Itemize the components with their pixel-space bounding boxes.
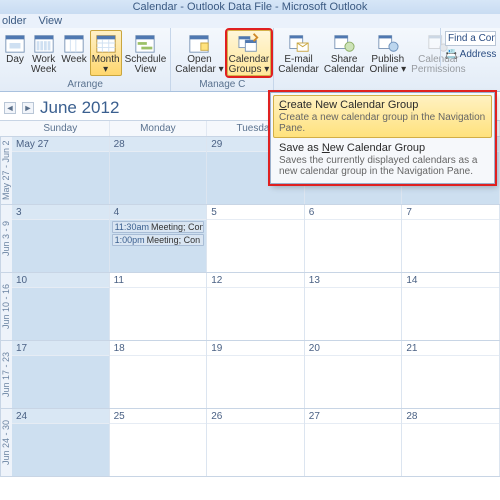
calendar-day-icon bbox=[4, 32, 26, 54]
day-number: 5 bbox=[207, 205, 304, 220]
day-number: 18 bbox=[110, 341, 207, 356]
day-cell[interactable]: 18 bbox=[110, 341, 208, 408]
day-number: 28 bbox=[402, 409, 499, 424]
share-calendar-button[interactable]: Share Calendar bbox=[322, 30, 367, 75]
ribbon-tab-folder[interactable]: older bbox=[2, 15, 26, 27]
week-button[interactable]: Week bbox=[59, 30, 88, 76]
day-cell[interactable]: 10 bbox=[12, 273, 110, 340]
open-calendar-button[interactable]: Open Calendar ▾ bbox=[173, 30, 225, 76]
day-cell[interactable]: 28 bbox=[110, 137, 208, 204]
calendar-workweek-icon bbox=[33, 32, 55, 54]
calendar-groups-button[interactable]: Calendar Groups ▾ bbox=[227, 30, 272, 76]
next-month-button[interactable]: ► bbox=[22, 102, 34, 114]
calendar-event[interactable]: 1:00pmMeeting; Con bbox=[112, 234, 205, 246]
save-as-new-calendar-group-item[interactable]: Save as New Calendar Group Saves the cur… bbox=[273, 138, 492, 181]
day-number: 12 bbox=[207, 273, 304, 288]
ribbon: Day Work Week Week Month ▾ Schedule View… bbox=[0, 28, 500, 92]
email-calendar-button[interactable]: E-mail Calendar bbox=[276, 30, 321, 75]
day-cell[interactable]: 14 bbox=[402, 273, 500, 340]
day-number: 20 bbox=[305, 341, 402, 356]
group-label-manage: Manage C bbox=[173, 78, 271, 91]
day-number: 6 bbox=[305, 205, 402, 220]
day-number: 4 bbox=[110, 205, 207, 220]
day-cell[interactable]: 28 bbox=[402, 409, 500, 476]
day-number: 27 bbox=[305, 409, 402, 424]
ribbon-group-manage: Open Calendar ▾ Calendar Groups ▾ Manage… bbox=[171, 28, 274, 91]
day-cell[interactable]: 5 bbox=[207, 205, 305, 272]
day-cell[interactable]: 411:30amMeeting; Con1:00pmMeeting; Con bbox=[110, 205, 208, 272]
day-cell[interactable]: 7 bbox=[402, 205, 500, 272]
ribbon-tab-view[interactable]: View bbox=[38, 15, 62, 27]
day-cell[interactable]: 27 bbox=[305, 409, 403, 476]
day-button[interactable]: Day bbox=[2, 30, 28, 76]
day-number: 10 bbox=[12, 273, 109, 288]
day-cell[interactable]: 12 bbox=[207, 273, 305, 340]
week-label: May 27 - Jun 2 bbox=[0, 137, 12, 204]
week-label: Jun 10 - 16 bbox=[0, 273, 12, 340]
day-number: 26 bbox=[207, 409, 304, 424]
day-number: 14 bbox=[402, 273, 499, 288]
group-label-arrange: Arrange bbox=[2, 78, 168, 91]
menu-item-description: Saves the currently displayed calendars … bbox=[279, 155, 486, 177]
schedule-view-icon bbox=[134, 32, 156, 54]
dow-monday: Monday bbox=[110, 121, 208, 136]
day-number: 13 bbox=[305, 273, 402, 288]
calendar-month-icon bbox=[95, 32, 117, 54]
week-label: Jun 3 - 9 bbox=[0, 205, 12, 272]
day-number: 21 bbox=[402, 341, 499, 356]
calendar-groups-icon bbox=[238, 32, 260, 54]
create-new-calendar-group-item[interactable]: Create New Calendar Group Create a new c… bbox=[273, 95, 492, 138]
day-cell[interactable]: 17 bbox=[12, 341, 110, 408]
work-week-button[interactable]: Work Week bbox=[29, 30, 58, 76]
day-cell[interactable]: 26 bbox=[207, 409, 305, 476]
address-book-button[interactable]: 📇 Address B bbox=[445, 49, 496, 60]
day-cell[interactable]: May 27 bbox=[12, 137, 110, 204]
email-calendar-icon bbox=[288, 32, 310, 54]
day-cell[interactable]: 20 bbox=[305, 341, 403, 408]
day-cell[interactable]: 6 bbox=[305, 205, 403, 272]
find-contact-input[interactable]: Find a Cont bbox=[445, 31, 496, 46]
day-number: 3 bbox=[12, 205, 109, 220]
day-number: 19 bbox=[207, 341, 304, 356]
menu-item-description: Create a new calendar group in the Navig… bbox=[279, 112, 486, 134]
month-heading: June 2012 bbox=[40, 98, 119, 118]
calendar-groups-dropdown: Create New Calendar Group Create a new c… bbox=[270, 92, 495, 184]
ribbon-tabs: older View bbox=[0, 14, 500, 28]
day-number: 28 bbox=[110, 137, 207, 152]
prev-month-button[interactable]: ◄ bbox=[4, 102, 16, 114]
calendar-week-icon bbox=[63, 32, 85, 54]
day-number: 17 bbox=[12, 341, 109, 356]
schedule-view-button[interactable]: Schedule View bbox=[123, 30, 169, 76]
window-title: Calendar - Outlook Data File - Microsoft… bbox=[0, 0, 500, 14]
day-number: 24 bbox=[12, 409, 109, 424]
publish-online-icon bbox=[377, 32, 399, 54]
month-button[interactable]: Month ▾ bbox=[90, 30, 122, 76]
publish-online-button[interactable]: Publish Online ▾ bbox=[367, 30, 408, 75]
week-label: Jun 17 - 23 bbox=[0, 341, 12, 408]
open-calendar-icon bbox=[188, 32, 210, 54]
day-number: 7 bbox=[402, 205, 499, 220]
day-cell[interactable]: 11 bbox=[110, 273, 208, 340]
find-panel: Find a Cont 📇 Address B bbox=[440, 28, 500, 66]
share-calendar-icon bbox=[333, 32, 355, 54]
week-label: Jun 24 - 30 bbox=[0, 409, 12, 476]
day-number: 11 bbox=[110, 273, 207, 288]
day-number: 25 bbox=[110, 409, 207, 424]
day-cell[interactable]: 24 bbox=[12, 409, 110, 476]
day-cell[interactable]: 25 bbox=[110, 409, 208, 476]
day-cell[interactable]: 19 bbox=[207, 341, 305, 408]
day-cell[interactable]: 3 bbox=[12, 205, 110, 272]
day-number: May 27 bbox=[12, 137, 109, 152]
group-label-share bbox=[276, 89, 467, 91]
day-cell[interactable]: 21 bbox=[402, 341, 500, 408]
calendar-event[interactable]: 11:30amMeeting; Con bbox=[112, 221, 205, 233]
dow-sunday: Sunday bbox=[12, 121, 110, 136]
day-cell[interactable]: 13 bbox=[305, 273, 403, 340]
ribbon-group-arrange: Day Work Week Week Month ▾ Schedule View… bbox=[0, 28, 171, 91]
